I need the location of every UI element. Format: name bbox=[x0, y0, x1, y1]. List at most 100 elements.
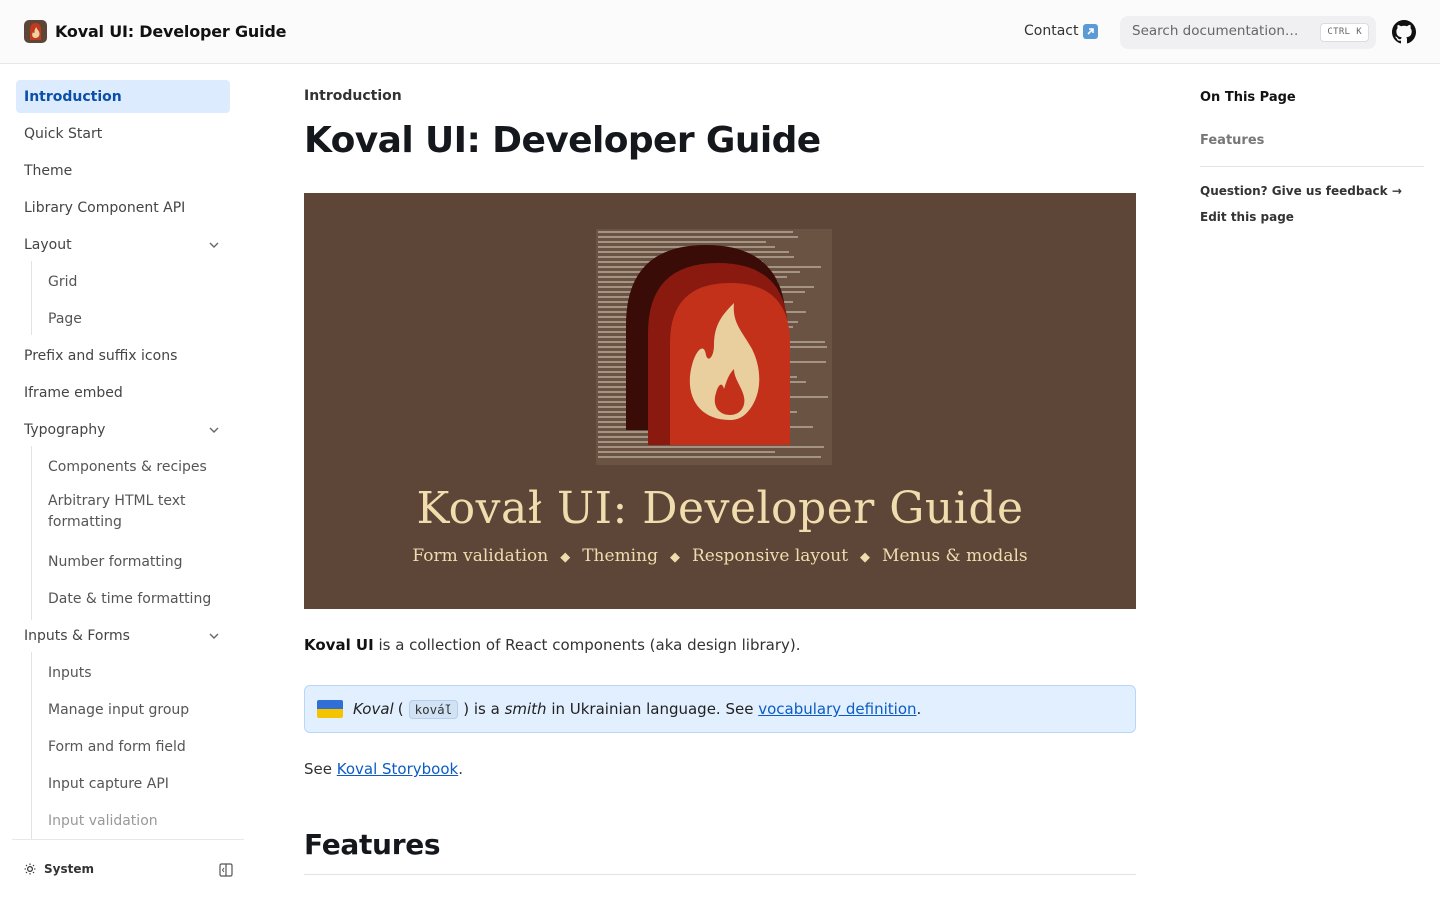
code-texture-line bbox=[598, 456, 821, 458]
tree-guide-line bbox=[31, 446, 32, 620]
callout-text: is a bbox=[469, 700, 505, 718]
sidebar-item-date-time-formatting[interactable]: Date & time formatting bbox=[40, 582, 230, 615]
hero-feature: Responsive layout bbox=[691, 546, 849, 566]
sidebar-item-number-formatting[interactable]: Number formatting bbox=[40, 545, 230, 578]
tree-guide-line bbox=[31, 261, 32, 335]
toc-item-features[interactable]: Features bbox=[1200, 133, 1264, 148]
intro-bold: Koval UI bbox=[304, 636, 374, 654]
sidebar-item-prefix-suffix-icons[interactable]: Prefix and suffix icons bbox=[16, 339, 230, 372]
sidebar-item-label: Prefix and suffix icons bbox=[24, 347, 178, 364]
sidebar-item-label: Components & recipes bbox=[48, 458, 207, 475]
sidebar-item-label: Introduction bbox=[24, 88, 122, 105]
feedback-link[interactable]: Question? Give us feedback → bbox=[1200, 184, 1402, 198]
diamond-separator-icon: ◆ bbox=[560, 550, 571, 565]
sidebar-item-input-validation[interactable]: Input validation bbox=[40, 804, 230, 837]
sidebar-item-layout[interactable]: Layout bbox=[16, 228, 230, 261]
sun-icon bbox=[24, 863, 36, 875]
sidebar-item-manage-input-group[interactable]: Manage input group bbox=[40, 693, 230, 726]
code-texture-line bbox=[598, 231, 793, 233]
chevron-down-icon[interactable] bbox=[208, 239, 220, 251]
hero-features: Form validation ◆ Theming ◆ Responsive layou… bbox=[304, 546, 1136, 566]
diamond-separator-icon: ◆ bbox=[669, 550, 680, 565]
sidebar-item-label: Inputs & Forms bbox=[24, 627, 130, 644]
external-link-icon bbox=[1083, 23, 1099, 39]
code-texture-line bbox=[598, 236, 798, 238]
sidebar-item-label: Number formatting bbox=[48, 553, 183, 570]
theme-toggle-button[interactable]: System bbox=[24, 862, 94, 876]
sidebar-item-form-field[interactable]: Form and form field bbox=[40, 730, 230, 763]
see-end: . bbox=[458, 760, 463, 778]
sidebar-item-label: Layout bbox=[24, 236, 72, 253]
search-input[interactable] bbox=[1132, 23, 1312, 39]
theme-label: System bbox=[44, 862, 94, 876]
sidebar-item-library-component-api[interactable]: Library Component API bbox=[16, 191, 230, 224]
github-icon[interactable] bbox=[1392, 20, 1416, 44]
storybook-link[interactable]: Koval Storybook bbox=[337, 760, 458, 778]
diamond-separator-icon: ◆ bbox=[860, 550, 871, 565]
sidebar-item-label: Page bbox=[48, 310, 82, 327]
site-title: Koval UI: Developer Guide bbox=[55, 22, 287, 41]
flame-emblem-icon bbox=[626, 245, 790, 445]
storybook-paragraph: See Koval Storybook. bbox=[304, 760, 463, 778]
callout-word: Koval bbox=[353, 700, 394, 718]
sidebar-item-label: Input capture API bbox=[48, 775, 169, 792]
hero-title: Kovał UI: Developer Guide bbox=[416, 483, 1024, 534]
sidebar-item-label: Input validation bbox=[48, 812, 158, 829]
sidebar-item-iframe-embed[interactable]: Iframe embed bbox=[16, 376, 230, 409]
flame-logo-icon bbox=[24, 20, 47, 43]
sidebar-item-quick-start[interactable]: Quick Start bbox=[16, 117, 230, 150]
chevron-down-icon[interactable] bbox=[208, 424, 220, 436]
sidebar-item-inputs-forms[interactable]: Inputs & Forms bbox=[16, 619, 230, 652]
intro-paragraph: Koval UI is a collection of React compon… bbox=[304, 636, 801, 654]
sidebar-item-html-text-formatting[interactable]: Arbitrary HTML text formatting bbox=[40, 489, 230, 537]
callout-smith: smith bbox=[504, 700, 547, 718]
hero-banner-image: Kovał UI: Developer Guide Form validatio… bbox=[304, 193, 1136, 609]
callout-period: . bbox=[916, 700, 922, 718]
info-callout: Koval (ková́l) is a smith in Ukrainian l… bbox=[304, 685, 1136, 733]
contact-link[interactable]: Contact bbox=[1024, 23, 1099, 39]
sidebar-item-components-recipes[interactable]: Components & recipes bbox=[40, 450, 230, 483]
sidebar-item-inputs[interactable]: Inputs bbox=[40, 656, 230, 689]
search-box[interactable]: CTRL K bbox=[1120, 16, 1376, 49]
vocabulary-definition-link[interactable]: vocabulary definition bbox=[758, 700, 916, 718]
intro-text: is a collection of React components (aka… bbox=[373, 636, 801, 654]
search-shortcut-badge: CTRL K bbox=[1320, 23, 1369, 42]
sidebar-item-label: Arbitrary HTML text formatting bbox=[48, 493, 186, 530]
features-heading: Features bbox=[304, 828, 441, 861]
sidebar-item-theme[interactable]: Theme bbox=[16, 154, 230, 187]
sidebar-item-typography[interactable]: Typography bbox=[16, 413, 230, 446]
hero-feature: Form validation bbox=[412, 546, 549, 566]
ukraine-flag-icon bbox=[317, 700, 343, 718]
contact-label: Contact bbox=[1024, 23, 1079, 39]
section-divider bbox=[304, 874, 1136, 875]
sidebar-item-page[interactable]: Page bbox=[40, 302, 230, 335]
page-title: Koval UI: Developer Guide bbox=[304, 120, 821, 161]
sidebar-item-label: Manage input group bbox=[48, 701, 190, 718]
toc-divider bbox=[1200, 166, 1424, 167]
tree-guide-line bbox=[31, 652, 32, 839]
toc-title: On This Page bbox=[1200, 90, 1296, 105]
sidebar-item-label: Library Component API bbox=[24, 199, 186, 216]
edit-page-link[interactable]: Edit this page bbox=[1200, 210, 1294, 224]
sidebar-item-label: Date & time formatting bbox=[48, 590, 212, 607]
see-prefix: See bbox=[304, 760, 337, 778]
sidebar-item-introduction[interactable]: Introduction bbox=[16, 80, 230, 113]
sidebar-item-label: Form and form field bbox=[48, 738, 186, 755]
sidebar-collapse-icon[interactable] bbox=[219, 863, 233, 877]
brand-link[interactable]: Koval UI: Developer Guide bbox=[24, 20, 286, 43]
hero-feature: Menus & modals bbox=[882, 546, 1028, 566]
sidebar-item-grid[interactable]: Grid bbox=[40, 265, 230, 298]
sidebar-item-label: Iframe embed bbox=[24, 384, 123, 401]
breadcrumb[interactable]: Introduction bbox=[304, 88, 402, 104]
chevron-down-icon[interactable] bbox=[208, 630, 220, 642]
sidebar-item-input-capture-api[interactable]: Input capture API bbox=[40, 767, 230, 800]
sidebar-item-label: Typography bbox=[24, 421, 106, 438]
sidebar-item-label: Quick Start bbox=[24, 125, 103, 142]
callout-text: in Ukrainian language. See bbox=[546, 700, 759, 718]
shortcut-k: K bbox=[1356, 27, 1362, 37]
shortcut-ctrl: CTRL bbox=[1327, 27, 1351, 37]
sidebar-item-label: Grid bbox=[48, 273, 78, 290]
sidebar-item-label: Inputs bbox=[48, 664, 92, 681]
top-header: Koval UI: Developer Guide Contact CTRL K bbox=[0, 0, 1440, 64]
pronunciation-code: ková́l bbox=[408, 699, 459, 719]
